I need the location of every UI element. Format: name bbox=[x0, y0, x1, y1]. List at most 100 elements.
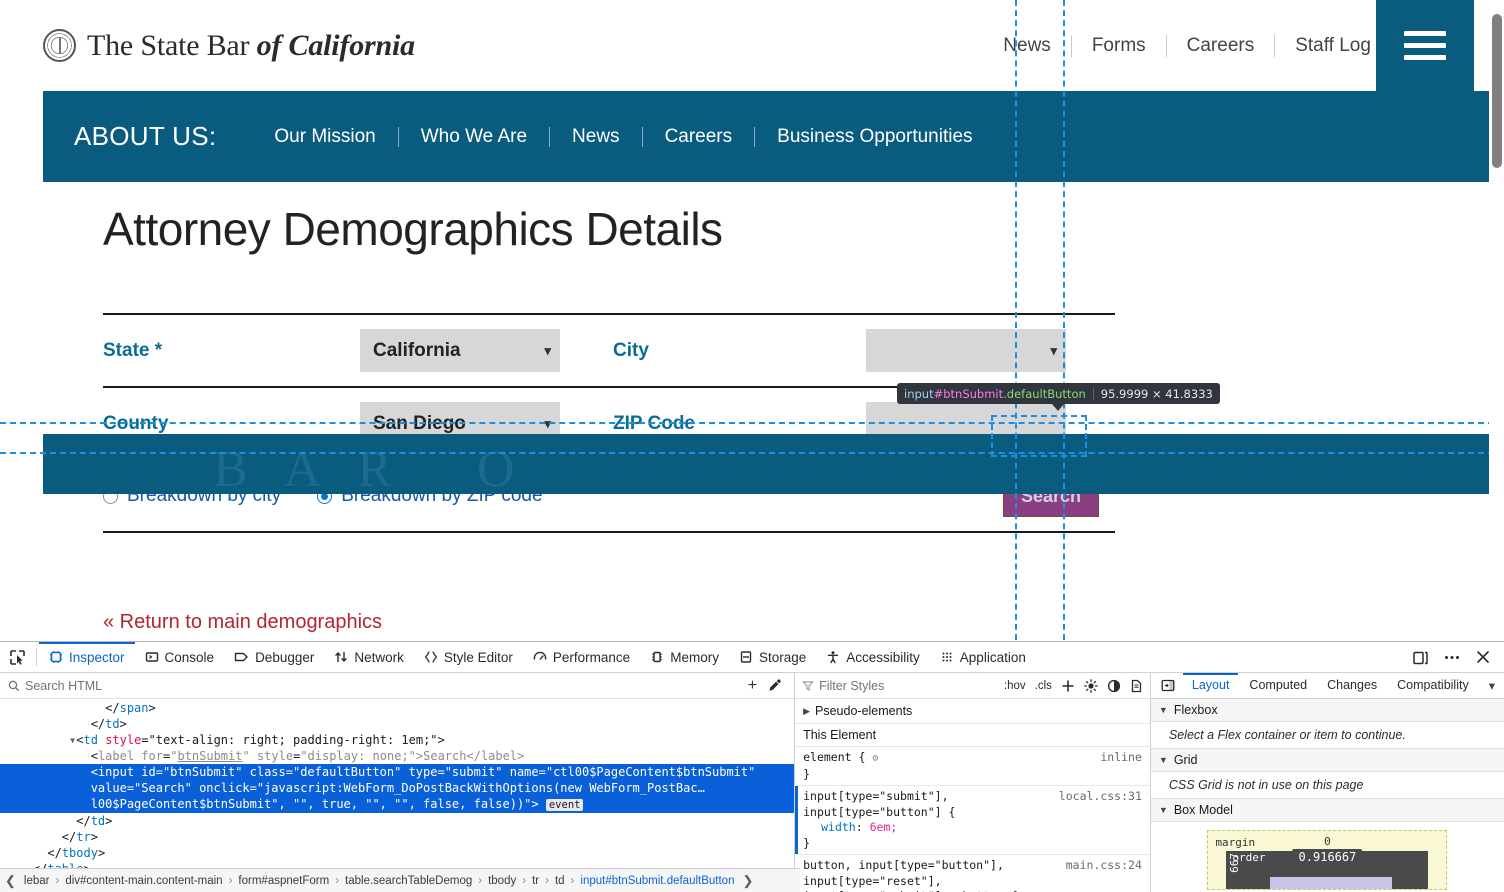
flexbox-section-header[interactable]: ▼ Flexbox bbox=[1150, 699, 1504, 722]
tab-storage[interactable]: Storage bbox=[729, 642, 816, 672]
tab-memory[interactable]: Memory bbox=[640, 642, 729, 672]
styles-filter-input[interactable]: Filter Styles bbox=[819, 679, 884, 693]
markup-line[interactable]: ▾<td style="text-align: right; padding-r… bbox=[0, 732, 794, 748]
chevron-down-icon: ▾ bbox=[1050, 342, 1057, 358]
breadcrumb-scroll-right-icon[interactable]: ❯ bbox=[737, 873, 758, 889]
nav-careers[interactable]: Careers bbox=[1167, 35, 1275, 57]
tab-inspector[interactable]: Inspector bbox=[39, 642, 135, 672]
style-rule-main-css-24[interactable]: main.css:24 button, input[type="button"]… bbox=[795, 855, 1150, 892]
box-model-border-left-value[interactable]: 667 bbox=[1228, 853, 1241, 873]
tab-accessibility[interactable]: Accessibility bbox=[816, 642, 930, 672]
style-rule-source[interactable]: inline bbox=[1100, 750, 1142, 766]
markup-line[interactable]: </td> bbox=[0, 813, 794, 829]
subnav-business-opportunities[interactable]: Business Opportunities bbox=[755, 126, 994, 148]
layout-panel: Layout Computed Changes Compatibility ▾ … bbox=[1150, 673, 1504, 892]
layout-tab-layout[interactable]: Layout bbox=[1183, 673, 1239, 698]
state-control-cell: California ▾ bbox=[360, 314, 613, 387]
markup-line[interactable]: </tr> bbox=[0, 829, 794, 845]
breadcrumb-item-tbody[interactable]: tbody bbox=[485, 875, 519, 887]
breadcrumb-item-table[interactable]: table.searchTableDemog bbox=[342, 875, 475, 887]
element-picker-icon[interactable] bbox=[0, 642, 34, 672]
subnav-news[interactable]: News bbox=[550, 126, 642, 148]
subnav-who-we-are[interactable]: Who We Are bbox=[399, 126, 549, 148]
style-rule-element-inline[interactable]: inline element { ⚙ } bbox=[795, 747, 1150, 786]
class-toggle[interactable]: .cls bbox=[1035, 680, 1052, 692]
subnav-our-mission[interactable]: Our Mission bbox=[252, 126, 397, 148]
grid-section-header[interactable]: ▼ Grid bbox=[1150, 749, 1504, 772]
tab-application[interactable]: Application bbox=[930, 642, 1036, 672]
flexbox-section-title: Flexbox bbox=[1173, 703, 1218, 717]
breadcrumb-item-tr[interactable]: tr bbox=[529, 875, 542, 887]
breadcrumb-separator: › bbox=[522, 874, 527, 887]
styles-filter-bar: Filter Styles :hov .cls bbox=[795, 673, 1150, 699]
search-table-demog: State * California ▾ City ▾ County San D… bbox=[103, 313, 1115, 533]
box-model-margin-top-value[interactable]: 0 bbox=[1324, 835, 1331, 848]
tab-style-editor[interactable]: Style Editor bbox=[414, 642, 523, 672]
markup-search-input[interactable]: Search HTML bbox=[25, 679, 102, 693]
event-badge[interactable]: event bbox=[545, 799, 584, 811]
subnav-careers[interactable]: Careers bbox=[643, 126, 755, 148]
style-rule-local-css-31[interactable]: local.css:31 input[type="submit"], input… bbox=[795, 786, 1150, 855]
markup-line[interactable]: </tbody> bbox=[0, 845, 794, 861]
close-icon[interactable] bbox=[1475, 649, 1491, 665]
breadcrumb-item-td[interactable]: td bbox=[552, 875, 568, 887]
box-model-section-header[interactable]: ▼ Box Model bbox=[1150, 799, 1504, 822]
tab-debugger[interactable]: Debugger bbox=[224, 642, 324, 672]
style-prop-value[interactable]: 6em; bbox=[870, 820, 898, 834]
breadcrumb-separator: › bbox=[228, 874, 233, 887]
table-row-state-city: State * California ▾ City ▾ bbox=[103, 314, 1115, 387]
breadcrumb[interactable]: ❮ lebar › div#content-main.content-main … bbox=[0, 868, 800, 892]
sun-icon[interactable] bbox=[1084, 678, 1098, 693]
more-options-icon[interactable] bbox=[1443, 649, 1461, 666]
chevron-down-icon[interactable]: ▾ bbox=[1480, 678, 1504, 693]
layout-tab-compatibility[interactable]: Compatibility bbox=[1388, 673, 1478, 698]
breadcrumb-item-input-selected[interactable]: input#btnSubmit.defaultButton bbox=[577, 875, 737, 887]
style-rules-list[interactable]: ▶ Pseudo-elements This Element inline el… bbox=[795, 699, 1150, 892]
style-rule-source[interactable]: local.css:31 bbox=[1059, 789, 1142, 805]
page-icon[interactable] bbox=[1130, 679, 1143, 693]
style-prop-name[interactable]: width bbox=[803, 820, 856, 834]
breadcrumb-item-content-main[interactable]: div#content-main.content-main bbox=[62, 875, 225, 887]
nav-forms[interactable]: Forms bbox=[1072, 35, 1166, 57]
flexbox-section-body: Select a Flex container or item to conti… bbox=[1150, 722, 1504, 749]
breadcrumb-item-sidebar[interactable]: lebar bbox=[21, 875, 53, 887]
toggle-sidebar-icon[interactable] bbox=[1155, 679, 1181, 692]
dock-split-icon[interactable] bbox=[1412, 649, 1429, 666]
state-seal-icon bbox=[43, 29, 76, 62]
breadcrumb-scroll-left-icon[interactable]: ❮ bbox=[0, 873, 21, 889]
return-to-main-demographics-link[interactable]: « Return to main demographics bbox=[103, 611, 1489, 634]
tab-console[interactable]: Console bbox=[135, 642, 225, 672]
state-select[interactable]: California ▾ bbox=[360, 329, 560, 372]
tab-network[interactable]: Network bbox=[324, 642, 414, 672]
plus-icon[interactable] bbox=[1061, 679, 1075, 693]
markup-tree[interactable]: </span> </td> ▾<td style="text-align: ri… bbox=[0, 699, 795, 892]
hover-toggle[interactable]: :hov bbox=[1004, 680, 1026, 692]
markup-line[interactable]: </span> bbox=[0, 700, 794, 716]
hamburger-menu-icon[interactable] bbox=[1376, 0, 1474, 91]
city-select[interactable]: ▾ bbox=[866, 329, 1066, 372]
this-element-header: This Element bbox=[795, 724, 1150, 747]
eyedropper-icon[interactable] bbox=[767, 678, 794, 693]
markup-line[interactable]: </td> bbox=[0, 716, 794, 732]
markup-line-selected[interactable]: l00$PageContent$btnSubmit", "", true, ""… bbox=[0, 796, 795, 813]
gear-icon[interactable]: ⚙ bbox=[872, 753, 878, 764]
contrast-icon[interactable] bbox=[1107, 679, 1121, 693]
markup-line[interactable]: <label for="btnSubmit" style="display: n… bbox=[0, 748, 794, 764]
layout-tab-computed[interactable]: Computed bbox=[1240, 673, 1316, 698]
nav-news[interactable]: News bbox=[983, 35, 1071, 57]
markup-line-selected[interactable]: <input id="btnSubmit" class="defaultButt… bbox=[0, 764, 795, 780]
pseudo-elements-section[interactable]: ▶ Pseudo-elements bbox=[795, 699, 1150, 724]
style-rule-source[interactable]: main.css:24 bbox=[1066, 858, 1142, 874]
style-rule-selector: button, input[type="button"], input[type… bbox=[803, 858, 1018, 892]
tab-performance[interactable]: Performance bbox=[523, 642, 640, 672]
box-model-border-top-value[interactable]: 0.916667 bbox=[1292, 849, 1363, 865]
chevron-right-icon: ▶ bbox=[803, 705, 811, 716]
breadcrumb-item-form[interactable]: form#aspnetForm bbox=[235, 875, 332, 887]
site-brand[interactable]: The State Bar of California bbox=[43, 29, 415, 63]
box-model-diagram[interactable]: margin 0 order 667 0.916667 bbox=[1207, 830, 1448, 890]
page-scrollbar-thumb[interactable] bbox=[1492, 14, 1502, 168]
plus-icon[interactable]: + bbox=[738, 677, 767, 695]
layout-tab-changes[interactable]: Changes bbox=[1318, 673, 1386, 698]
page-scrollbar[interactable] bbox=[1489, 0, 1504, 640]
markup-line-selected[interactable]: value="Search" onclick="javascript:WebFo… bbox=[0, 780, 795, 796]
